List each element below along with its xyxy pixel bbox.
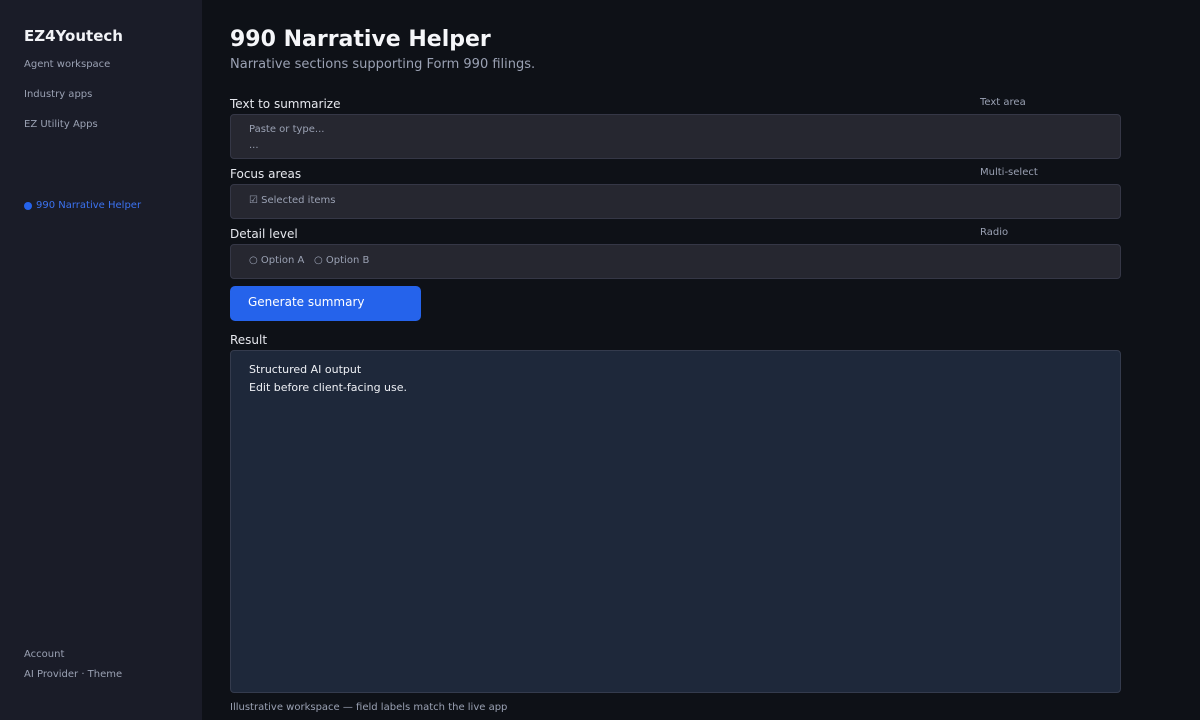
focus-field-label: Focus areas [230,167,302,181]
account-link[interactable]: Account [24,649,64,660]
text-input-placeholder-continued: ... [249,140,259,151]
result-line-1: Structured AI output [249,363,362,376]
nav-item-active[interactable]: 990 Narrative Helper [24,200,141,211]
nav-item-active-label: 990 Narrative Helper [36,200,142,211]
text-input-placeholder: Paste or type... [249,124,325,135]
page-title: 990 Narrative Helper [230,27,491,52]
sidebar: EZ4Youtech Agent workspace Industry apps… [0,0,202,720]
brand-title: EZ4Youtech [24,27,123,45]
result-line-2: Edit before client-facing use. [249,381,408,394]
focus-selected-items: ☑ Selected items [249,195,336,206]
nav-link-ez-utility-apps[interactable]: EZ Utility Apps [24,119,98,130]
focus-field-type: Multi-select [980,167,1038,178]
radio-option-b[interactable]: ○ Option B [314,255,369,266]
detail-radio-group: ○ Option A ○ Option B [230,244,1121,279]
detail-field-label: Detail level [230,227,298,241]
text-input[interactable]: Paste or type... ... [230,114,1121,159]
page-subtitle: Narrative sections supporting Form 990 f… [230,57,536,72]
focus-multiselect[interactable]: ☑ Selected items [230,184,1121,219]
text-field-label: Text to summarize [230,97,341,111]
detail-field-type: Radio [980,227,1009,238]
text-field-type: Text area [980,97,1026,108]
nav-link-industry-apps[interactable]: Industry apps [24,89,92,100]
active-dot-icon [24,201,32,210]
provider-theme-link[interactable]: AI Provider · Theme [24,669,122,680]
radio-option-a[interactable]: ○ Option A [249,255,304,266]
main-content: 990 Narrative Helper Narrative sections … [202,0,1200,720]
result-output[interactable]: Structured AI output Edit before client-… [230,350,1121,693]
nav-link-agent-workspace[interactable]: Agent workspace [24,59,110,70]
result-label: Result [230,333,268,347]
generate-summary-button[interactable]: Generate summary [230,286,421,321]
footer-note: Illustrative workspace — field labels ma… [230,702,508,713]
